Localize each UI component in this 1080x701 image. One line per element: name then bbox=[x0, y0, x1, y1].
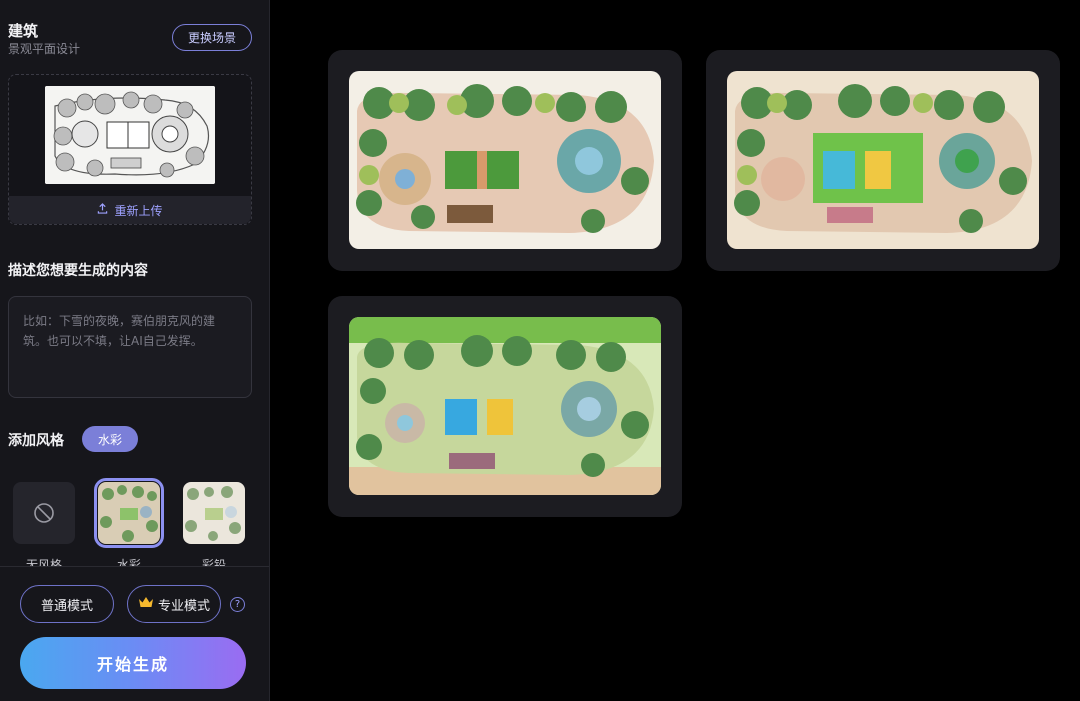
reupload-button[interactable]: 重新上传 bbox=[9, 196, 251, 224]
upload-area[interactable]: 重新上传 bbox=[8, 74, 252, 225]
result-image[interactable] bbox=[349, 317, 661, 495]
result-image[interactable] bbox=[349, 71, 661, 249]
uploaded-sketch-image bbox=[45, 86, 215, 184]
sidebar: 建筑 景观平面设计 更换场景 重新上传 描述您想要生成的内容 比如：下雪的夜晚，… bbox=[0, 0, 270, 701]
style-card-watercolor[interactable] bbox=[94, 478, 164, 548]
pro-mode-label: 专业模式 bbox=[157, 598, 210, 614]
style-option-watercolor[interactable]: 水彩 bbox=[94, 478, 164, 573]
no-style-icon bbox=[34, 503, 54, 523]
reupload-label: 重新上传 bbox=[114, 203, 163, 218]
scene-subtitle: 景观平面设计 bbox=[8, 42, 81, 56]
result-card[interactable] bbox=[706, 50, 1060, 271]
normal-mode-label: 普通模式 bbox=[40, 598, 93, 614]
help-icon[interactable]: ? bbox=[230, 597, 245, 612]
style-card-none[interactable] bbox=[13, 482, 75, 544]
bottom-bar: 普通模式 专业模式 ? 开始生成 bbox=[0, 566, 269, 701]
style-option-colored-pencil[interactable]: 彩铅 bbox=[179, 478, 249, 573]
result-card[interactable] bbox=[328, 296, 682, 517]
pro-mode-button[interactable]: 专业模式 bbox=[127, 585, 221, 623]
start-generate-button[interactable]: 开始生成 bbox=[20, 637, 246, 689]
normal-mode-button[interactable]: 普通模式 bbox=[20, 585, 114, 623]
style-heading: 添加风格 bbox=[8, 433, 64, 449]
prompt-heading: 描述您想要生成的内容 bbox=[8, 263, 148, 279]
scene-title: 建筑 bbox=[8, 22, 39, 40]
result-image[interactable] bbox=[727, 71, 1039, 249]
upload-icon bbox=[97, 203, 108, 217]
prompt-input[interactable]: 比如：下雪的夜晚，赛伯朋克风的建筑。也可以不填，让AI自己发挥。 bbox=[8, 296, 252, 398]
crown-icon bbox=[138, 596, 154, 612]
change-scene-button[interactable]: 更换场景 bbox=[172, 24, 252, 51]
style-card-colored-pencil[interactable] bbox=[183, 482, 245, 544]
result-card[interactable] bbox=[328, 50, 682, 271]
style-option-none[interactable]: 无风格 bbox=[9, 478, 79, 573]
selected-style-tag: 水彩 bbox=[82, 426, 138, 452]
